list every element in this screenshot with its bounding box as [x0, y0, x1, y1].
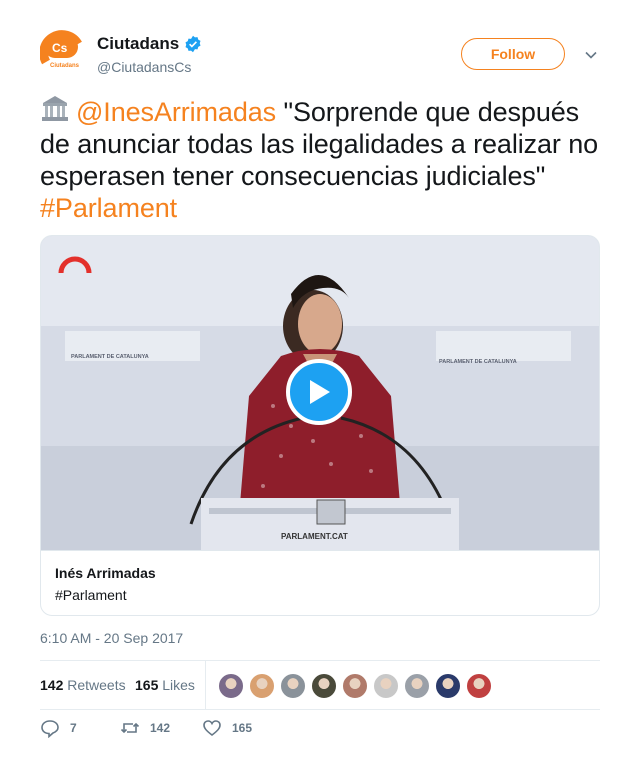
classical-building-icon	[42, 96, 68, 121]
heart-icon	[203, 720, 221, 737]
liker-avatar[interactable]	[311, 673, 337, 699]
liker-avatar[interactable]	[466, 673, 492, 699]
avatar-text: Cs	[52, 41, 68, 55]
liker-avatar[interactable]	[218, 673, 244, 699]
reply-icon	[41, 720, 59, 738]
video-player[interactable]: PARLAMENT DE CATALUNYA PARLAMENT DE CATA…	[41, 236, 599, 550]
hashtag-link[interactable]: #Parlament	[40, 193, 177, 223]
podium-label: PARLAMENT.CAT	[281, 532, 348, 541]
stats-divider	[205, 661, 206, 709]
liker-avatar[interactable]	[342, 673, 368, 699]
card-meta: Inés Arrimadas #Parlament	[41, 550, 599, 615]
tweet-header: Cs Ciutadans Ciutadans @CiutadansCs Foll…	[40, 30, 600, 80]
retweets-count: 142	[40, 677, 64, 693]
tweet-text: @InesArrimadas "Sorprende que después de…	[40, 94, 605, 224]
likes-stat[interactable]: 165 Likes	[135, 677, 195, 693]
card-title: Inés Arrimadas	[55, 565, 156, 581]
chevron-down-icon[interactable]	[584, 48, 598, 62]
video-card[interactable]: PARLAMENT DE CATALUNYA PARLAMENT DE CATA…	[40, 235, 600, 616]
backdrop-label-left: PARLAMENT DE CATALUNYA	[71, 354, 149, 360]
mention-link[interactable]: @InesArrimadas	[76, 97, 276, 127]
like-count: 165	[232, 721, 253, 735]
play-icon	[310, 380, 330, 404]
liker-avatar[interactable]	[373, 673, 399, 699]
liker-avatars	[218, 673, 497, 699]
account-handle[interactable]: @CiutadansCs	[97, 59, 191, 75]
card-description: #Parlament	[55, 587, 127, 603]
liker-avatar[interactable]	[280, 673, 306, 699]
retweet-action[interactable]: 142	[120, 718, 170, 738]
liker-avatar[interactable]	[435, 673, 461, 699]
reply-count: 7	[70, 721, 77, 735]
retweet-count: 142	[150, 721, 171, 735]
avatar-subtext: Ciutadans	[50, 63, 80, 69]
play-button[interactable]	[286, 359, 352, 425]
retweets-label: Retweets	[67, 677, 126, 693]
likes-label: Likes	[162, 677, 195, 693]
tweet-actions: 7 142 165	[40, 718, 600, 742]
follow-button[interactable]: Follow	[461, 38, 565, 70]
retweets-stat[interactable]: 142 Retweets	[40, 677, 126, 693]
tweet-stats: 142 Retweets 165 Likes	[40, 660, 600, 710]
retweet-icon	[120, 722, 140, 734]
display-name[interactable]: Ciutadans	[97, 34, 179, 54]
like-action[interactable]: 165	[202, 718, 252, 738]
liker-avatar[interactable]	[404, 673, 430, 699]
likes-count: 165	[135, 677, 159, 693]
name-row: Ciutadans	[97, 34, 202, 54]
liker-avatar[interactable]	[249, 673, 275, 699]
account-avatar[interactable]: Cs Ciutadans	[40, 30, 84, 74]
reply-action[interactable]: 7	[40, 718, 77, 738]
verified-badge-icon	[185, 35, 201, 53]
tweet-timestamp[interactable]: 6:10 AM - 20 Sep 2017	[40, 630, 183, 646]
backdrop-label-right: PARLAMENT DE CATALUNYA	[439, 359, 517, 365]
